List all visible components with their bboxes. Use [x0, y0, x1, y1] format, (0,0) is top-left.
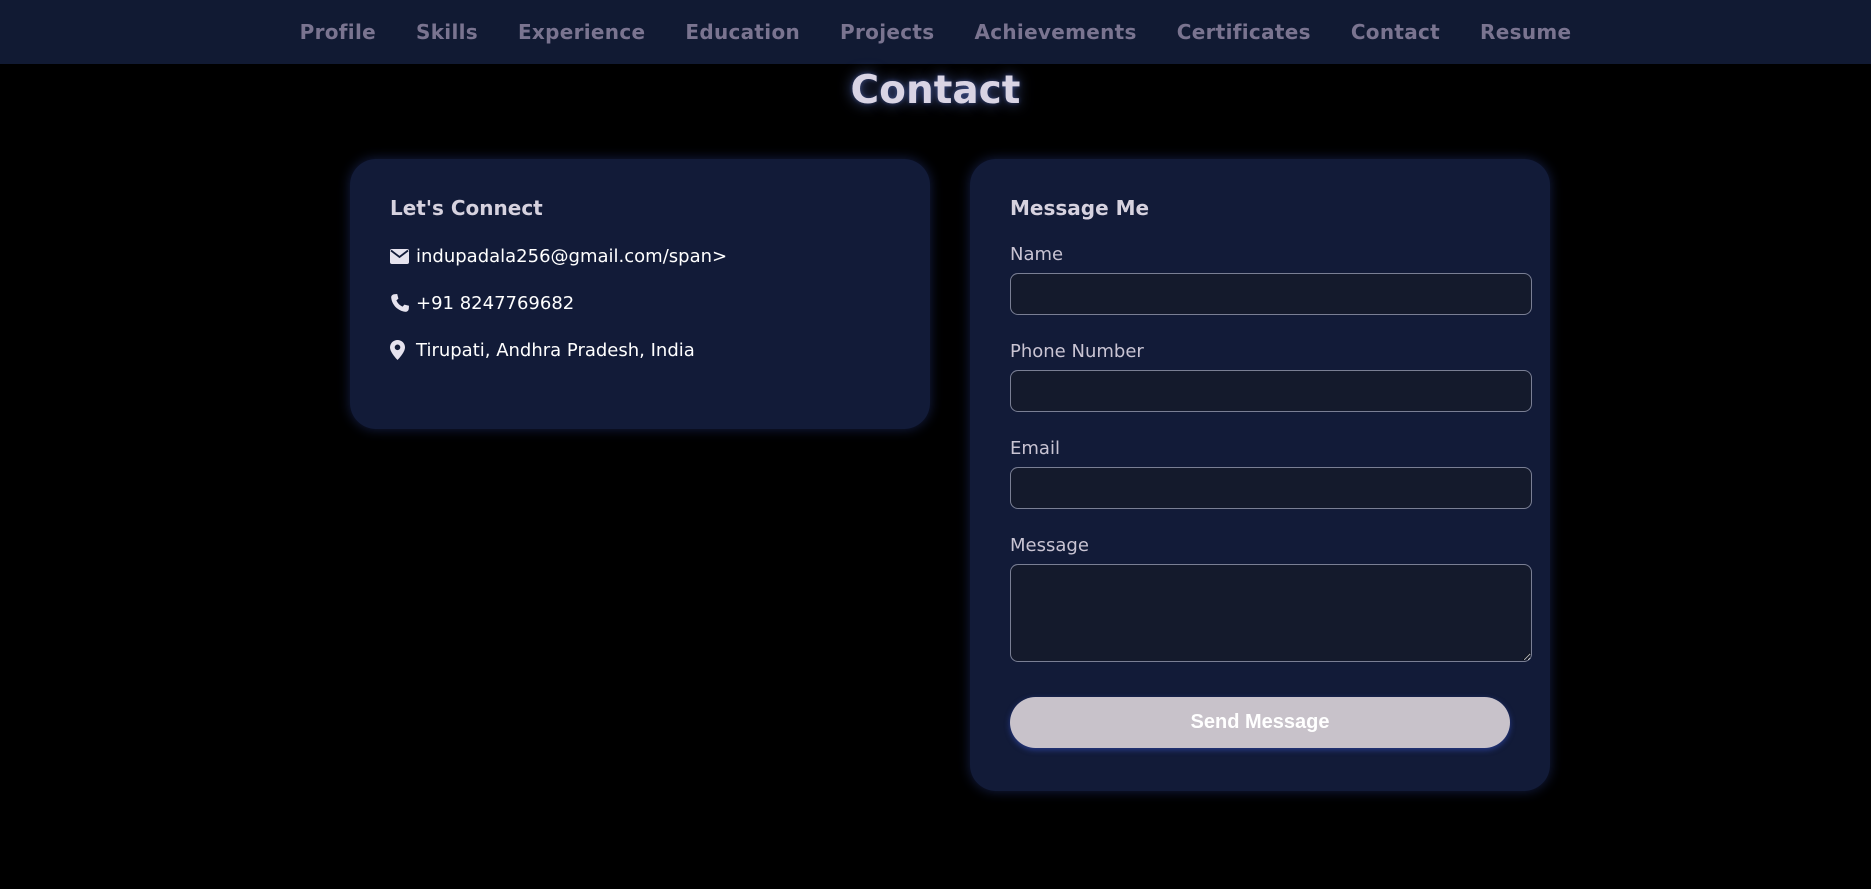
page-title: Contact — [850, 68, 1021, 113]
nav-link-experience[interactable]: Experience — [498, 20, 665, 44]
contact-phone-row: +91 8247769682 — [390, 290, 890, 316]
nav-link-achievements[interactable]: Achievements — [954, 20, 1156, 44]
message-textarea[interactable] — [1010, 564, 1532, 662]
contact-phone-text[interactable]: +91 8247769682 — [416, 293, 574, 314]
message-form: Name Phone Number Email Message Send Mes… — [1010, 243, 1532, 748]
connect-card-title: Let's Connect — [390, 196, 543, 220]
top-navbar: Profile Skills Experience Education Proj… — [0, 0, 1871, 64]
message-label: Message — [1010, 535, 1089, 556]
phone-label: Phone Number — [1010, 341, 1144, 362]
name-input[interactable] — [1010, 273, 1532, 315]
nav-link-education[interactable]: Education — [665, 20, 820, 44]
nav-link-resume[interactable]: Resume — [1460, 20, 1591, 44]
contact-email-text[interactable]: indupadala256@gmail.com/span> — [416, 246, 727, 267]
nav-link-contact[interactable]: Contact — [1331, 20, 1460, 44]
contact-location-row: Tirupati, Andhra Pradesh, India — [390, 337, 890, 363]
nav-link-certificates[interactable]: Certificates — [1157, 20, 1331, 44]
nav-link-projects[interactable]: Projects — [820, 20, 954, 44]
contact-email-row: indupadala256@gmail.com/span> — [390, 243, 890, 269]
map-pin-icon — [390, 340, 412, 360]
envelope-icon — [390, 248, 412, 264]
phone-input[interactable] — [1010, 370, 1532, 412]
nav-link-skills[interactable]: Skills — [396, 20, 498, 44]
email-label: Email — [1010, 438, 1060, 459]
email-input[interactable] — [1010, 467, 1532, 509]
connect-card: Let's Connect indupadala256@gmail.com/sp… — [350, 159, 930, 429]
name-label: Name — [1010, 244, 1064, 265]
message-card-title: Message Me — [1010, 196, 1150, 220]
phone-icon — [390, 293, 412, 313]
contact-location-text: Tirupati, Andhra Pradesh, India — [416, 339, 695, 361]
message-card: Message Me Name Phone Number Email Messa… — [970, 159, 1550, 791]
nav-link-profile[interactable]: Profile — [280, 20, 396, 44]
send-message-button[interactable]: Send Message — [1010, 697, 1510, 748]
